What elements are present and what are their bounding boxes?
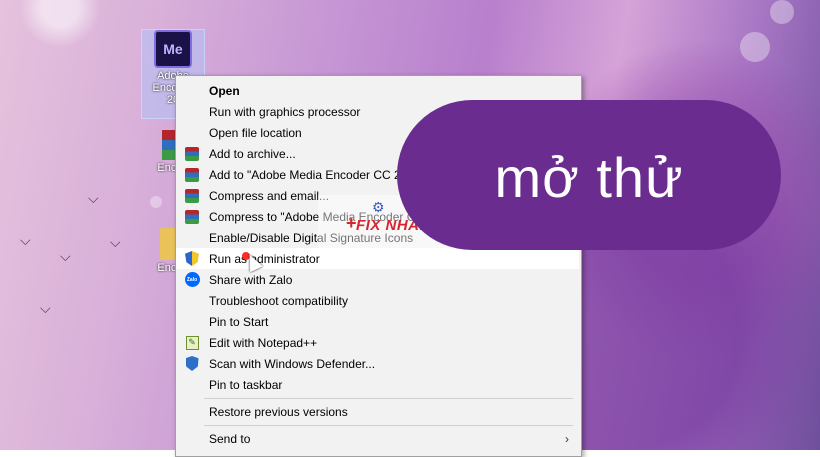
menu-item-label: Send to — [209, 431, 251, 446]
zalo-icon: Zalo — [184, 272, 200, 288]
menu-item-pin-to-taskbar[interactable]: Pin to taskbar — [176, 374, 579, 395]
menu-item-pin-to-start[interactable]: Pin to Start — [176, 311, 579, 332]
menu-item-troubleshoot-compatibility[interactable]: Troubleshoot compatibility — [176, 290, 579, 311]
menu-separator — [204, 398, 573, 399]
menu-item-label: Open file location — [209, 125, 302, 140]
bird-silhouette: ⌵ — [110, 234, 121, 250]
menu-item-share-with-zalo[interactable]: Zalo Share with Zalo — [176, 269, 579, 290]
bokeh-light — [150, 196, 162, 208]
bird-silhouette: ⌵ — [60, 248, 71, 264]
watermark-plus: + — [346, 213, 357, 233]
notepad-plus-plus-icon: ✎ — [184, 335, 200, 351]
menu-item-label: Pin to taskbar — [209, 377, 283, 392]
menu-item-label: Pin to Start — [209, 314, 269, 329]
gear-icon: ⚙ — [372, 199, 385, 215]
bokeh-light — [740, 32, 770, 62]
menu-item-label: Run with graphics processor — [209, 104, 361, 119]
caption-text: mở thử — [494, 145, 684, 209]
bird-silhouette: ⌵ — [88, 190, 99, 206]
menu-item-label: Add to "Adobe Media Encoder CC 201 — [209, 167, 415, 182]
menu-item-send-to[interactable]: Send to › — [176, 428, 579, 449]
winrar-icon — [184, 188, 200, 204]
menu-item-label: Run as administrator — [209, 251, 320, 266]
menu-item-scan-with-defender[interactable]: Scan with Windows Defender... — [176, 353, 579, 374]
winrar-icon — [184, 146, 200, 162]
caption-overlay: mở thử — [397, 100, 781, 250]
menu-separator — [204, 425, 573, 426]
bird-silhouette: ⌵ — [20, 232, 31, 248]
menu-item-label: Share with Zalo — [209, 272, 293, 287]
menu-item-restore-previous-versions[interactable]: Restore previous versions — [176, 401, 579, 422]
menu-item-edit-with-notepad[interactable]: ✎ Edit with Notepad++ — [176, 332, 579, 353]
menu-item-label: Restore previous versions — [209, 404, 348, 419]
menu-item-label: Open — [209, 83, 240, 98]
menu-item-label: Troubleshoot compatibility — [209, 293, 348, 308]
menu-item-open[interactable]: Open — [176, 80, 579, 101]
menu-item-label: Add to archive... — [209, 146, 296, 161]
bokeh-light — [770, 0, 794, 24]
menu-item-label: Scan with Windows Defender... — [209, 356, 376, 371]
menu-item-label: Compress and email... — [209, 188, 330, 203]
windows-defender-icon — [184, 356, 200, 372]
submenu-arrow-icon: › — [565, 431, 569, 446]
uac-shield-icon — [184, 251, 200, 267]
bird-silhouette: ⌵ — [40, 300, 51, 316]
winrar-icon — [184, 209, 200, 225]
menu-item-run-as-administrator[interactable]: Run as administrator — [176, 248, 579, 269]
winrar-icon — [184, 167, 200, 183]
media-encoder-icon: Me — [154, 30, 192, 68]
menu-item-label: Edit with Notepad++ — [209, 335, 318, 350]
